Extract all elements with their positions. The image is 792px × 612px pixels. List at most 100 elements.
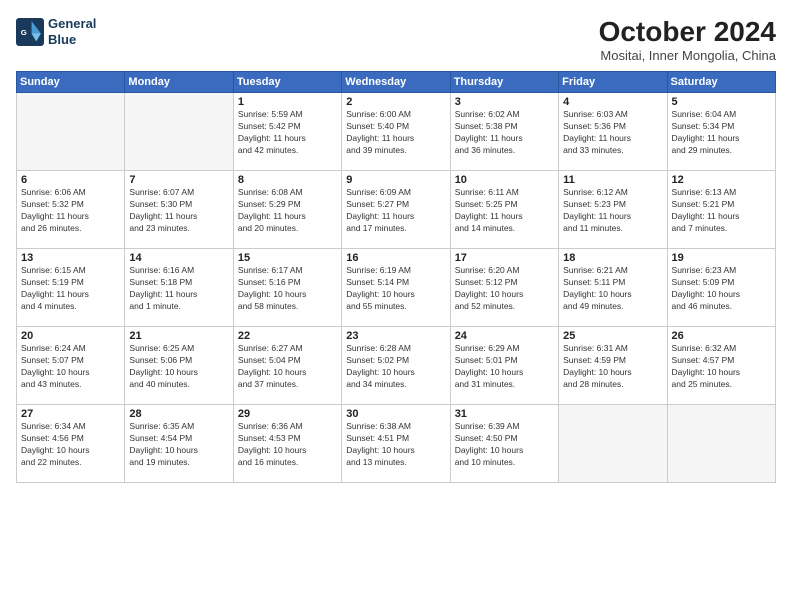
day-info: Sunrise: 6:21 AM Sunset: 5:11 PM Dayligh… bbox=[563, 265, 662, 313]
day-info: Sunrise: 6:06 AM Sunset: 5:32 PM Dayligh… bbox=[21, 187, 120, 235]
day-number: 15 bbox=[238, 252, 337, 264]
day-info: Sunrise: 6:02 AM Sunset: 5:38 PM Dayligh… bbox=[455, 109, 554, 157]
cell-w1-d1 bbox=[17, 93, 125, 171]
logo-text-line2: Blue bbox=[48, 32, 96, 48]
day-info: Sunrise: 6:31 AM Sunset: 4:59 PM Dayligh… bbox=[563, 343, 662, 391]
day-number: 30 bbox=[346, 408, 445, 420]
cell-w3-d6: 18Sunrise: 6:21 AM Sunset: 5:11 PM Dayli… bbox=[559, 249, 667, 327]
title-block: October 2024 Mositai, Inner Mongolia, Ch… bbox=[599, 16, 776, 63]
day-number: 11 bbox=[563, 174, 662, 186]
day-info: Sunrise: 6:23 AM Sunset: 5:09 PM Dayligh… bbox=[672, 265, 771, 313]
day-number: 25 bbox=[563, 330, 662, 342]
day-info: Sunrise: 6:19 AM Sunset: 5:14 PM Dayligh… bbox=[346, 265, 445, 313]
cell-w1-d2 bbox=[125, 93, 233, 171]
day-info: Sunrise: 6:32 AM Sunset: 4:57 PM Dayligh… bbox=[672, 343, 771, 391]
day-number: 8 bbox=[238, 174, 337, 186]
location-subtitle: Mositai, Inner Mongolia, China bbox=[599, 48, 776, 63]
week-row-2: 6Sunrise: 6:06 AM Sunset: 5:32 PM Daylig… bbox=[17, 171, 776, 249]
day-info: Sunrise: 6:11 AM Sunset: 5:25 PM Dayligh… bbox=[455, 187, 554, 235]
day-number: 6 bbox=[21, 174, 120, 186]
cell-w2-d5: 10Sunrise: 6:11 AM Sunset: 5:25 PM Dayli… bbox=[450, 171, 558, 249]
cell-w1-d4: 2Sunrise: 6:00 AM Sunset: 5:40 PM Daylig… bbox=[342, 93, 450, 171]
day-number: 24 bbox=[455, 330, 554, 342]
cell-w3-d1: 13Sunrise: 6:15 AM Sunset: 5:19 PM Dayli… bbox=[17, 249, 125, 327]
cell-w5-d1: 27Sunrise: 6:34 AM Sunset: 4:56 PM Dayli… bbox=[17, 405, 125, 483]
day-number: 10 bbox=[455, 174, 554, 186]
day-number: 14 bbox=[129, 252, 228, 264]
cell-w5-d6 bbox=[559, 405, 667, 483]
logo: G General Blue bbox=[16, 16, 96, 47]
col-wednesday: Wednesday bbox=[342, 72, 450, 93]
day-info: Sunrise: 6:09 AM Sunset: 5:27 PM Dayligh… bbox=[346, 187, 445, 235]
day-number: 28 bbox=[129, 408, 228, 420]
cell-w1-d6: 4Sunrise: 6:03 AM Sunset: 5:36 PM Daylig… bbox=[559, 93, 667, 171]
header: G General Blue October 2024 Mositai, Inn… bbox=[16, 16, 776, 63]
day-info: Sunrise: 6:39 AM Sunset: 4:50 PM Dayligh… bbox=[455, 421, 554, 469]
day-info: Sunrise: 6:13 AM Sunset: 5:21 PM Dayligh… bbox=[672, 187, 771, 235]
day-info: Sunrise: 6:38 AM Sunset: 4:51 PM Dayligh… bbox=[346, 421, 445, 469]
day-number: 18 bbox=[563, 252, 662, 264]
day-number: 3 bbox=[455, 96, 554, 108]
day-info: Sunrise: 6:25 AM Sunset: 5:06 PM Dayligh… bbox=[129, 343, 228, 391]
day-info: Sunrise: 5:59 AM Sunset: 5:42 PM Dayligh… bbox=[238, 109, 337, 157]
col-saturday: Saturday bbox=[667, 72, 775, 93]
week-row-1: 1Sunrise: 5:59 AM Sunset: 5:42 PM Daylig… bbox=[17, 93, 776, 171]
month-title: October 2024 bbox=[599, 16, 776, 48]
day-number: 4 bbox=[563, 96, 662, 108]
col-thursday: Thursday bbox=[450, 72, 558, 93]
cell-w4-d3: 22Sunrise: 6:27 AM Sunset: 5:04 PM Dayli… bbox=[233, 327, 341, 405]
cell-w2-d6: 11Sunrise: 6:12 AM Sunset: 5:23 PM Dayli… bbox=[559, 171, 667, 249]
cell-w5-d4: 30Sunrise: 6:38 AM Sunset: 4:51 PM Dayli… bbox=[342, 405, 450, 483]
day-number: 29 bbox=[238, 408, 337, 420]
day-number: 23 bbox=[346, 330, 445, 342]
cell-w4-d1: 20Sunrise: 6:24 AM Sunset: 5:07 PM Dayli… bbox=[17, 327, 125, 405]
day-info: Sunrise: 6:27 AM Sunset: 5:04 PM Dayligh… bbox=[238, 343, 337, 391]
header-row: Sunday Monday Tuesday Wednesday Thursday… bbox=[17, 72, 776, 93]
cell-w4-d4: 23Sunrise: 6:28 AM Sunset: 5:02 PM Dayli… bbox=[342, 327, 450, 405]
day-number: 31 bbox=[455, 408, 554, 420]
cell-w1-d3: 1Sunrise: 5:59 AM Sunset: 5:42 PM Daylig… bbox=[233, 93, 341, 171]
day-number: 5 bbox=[672, 96, 771, 108]
col-monday: Monday bbox=[125, 72, 233, 93]
day-info: Sunrise: 6:35 AM Sunset: 4:54 PM Dayligh… bbox=[129, 421, 228, 469]
day-info: Sunrise: 6:28 AM Sunset: 5:02 PM Dayligh… bbox=[346, 343, 445, 391]
day-number: 19 bbox=[672, 252, 771, 264]
cell-w4-d6: 25Sunrise: 6:31 AM Sunset: 4:59 PM Dayli… bbox=[559, 327, 667, 405]
day-info: Sunrise: 6:07 AM Sunset: 5:30 PM Dayligh… bbox=[129, 187, 228, 235]
cell-w3-d5: 17Sunrise: 6:20 AM Sunset: 5:12 PM Dayli… bbox=[450, 249, 558, 327]
col-friday: Friday bbox=[559, 72, 667, 93]
day-number: 20 bbox=[21, 330, 120, 342]
day-info: Sunrise: 6:34 AM Sunset: 4:56 PM Dayligh… bbox=[21, 421, 120, 469]
day-number: 17 bbox=[455, 252, 554, 264]
col-sunday: Sunday bbox=[17, 72, 125, 93]
cell-w2-d1: 6Sunrise: 6:06 AM Sunset: 5:32 PM Daylig… bbox=[17, 171, 125, 249]
cell-w4-d5: 24Sunrise: 6:29 AM Sunset: 5:01 PM Dayli… bbox=[450, 327, 558, 405]
day-info: Sunrise: 6:36 AM Sunset: 4:53 PM Dayligh… bbox=[238, 421, 337, 469]
cell-w3-d4: 16Sunrise: 6:19 AM Sunset: 5:14 PM Dayli… bbox=[342, 249, 450, 327]
day-info: Sunrise: 6:03 AM Sunset: 5:36 PM Dayligh… bbox=[563, 109, 662, 157]
cell-w2-d2: 7Sunrise: 6:07 AM Sunset: 5:30 PM Daylig… bbox=[125, 171, 233, 249]
cell-w5-d3: 29Sunrise: 6:36 AM Sunset: 4:53 PM Dayli… bbox=[233, 405, 341, 483]
day-info: Sunrise: 6:15 AM Sunset: 5:19 PM Dayligh… bbox=[21, 265, 120, 313]
cell-w1-d5: 3Sunrise: 6:02 AM Sunset: 5:38 PM Daylig… bbox=[450, 93, 558, 171]
day-info: Sunrise: 6:12 AM Sunset: 5:23 PM Dayligh… bbox=[563, 187, 662, 235]
svg-text:G: G bbox=[21, 28, 27, 37]
cell-w5-d5: 31Sunrise: 6:39 AM Sunset: 4:50 PM Dayli… bbox=[450, 405, 558, 483]
cell-w3-d2: 14Sunrise: 6:16 AM Sunset: 5:18 PM Dayli… bbox=[125, 249, 233, 327]
day-info: Sunrise: 6:29 AM Sunset: 5:01 PM Dayligh… bbox=[455, 343, 554, 391]
day-number: 26 bbox=[672, 330, 771, 342]
cell-w2-d4: 9Sunrise: 6:09 AM Sunset: 5:27 PM Daylig… bbox=[342, 171, 450, 249]
day-number: 16 bbox=[346, 252, 445, 264]
day-number: 2 bbox=[346, 96, 445, 108]
cell-w1-d7: 5Sunrise: 6:04 AM Sunset: 5:34 PM Daylig… bbox=[667, 93, 775, 171]
cell-w4-d7: 26Sunrise: 6:32 AM Sunset: 4:57 PM Dayli… bbox=[667, 327, 775, 405]
logo-icon: G bbox=[16, 18, 44, 46]
day-number: 12 bbox=[672, 174, 771, 186]
day-number: 27 bbox=[21, 408, 120, 420]
day-number: 13 bbox=[21, 252, 120, 264]
cell-w4-d2: 21Sunrise: 6:25 AM Sunset: 5:06 PM Dayli… bbox=[125, 327, 233, 405]
day-info: Sunrise: 6:17 AM Sunset: 5:16 PM Dayligh… bbox=[238, 265, 337, 313]
day-info: Sunrise: 6:16 AM Sunset: 5:18 PM Dayligh… bbox=[129, 265, 228, 313]
cell-w3-d3: 15Sunrise: 6:17 AM Sunset: 5:16 PM Dayli… bbox=[233, 249, 341, 327]
day-info: Sunrise: 6:20 AM Sunset: 5:12 PM Dayligh… bbox=[455, 265, 554, 313]
